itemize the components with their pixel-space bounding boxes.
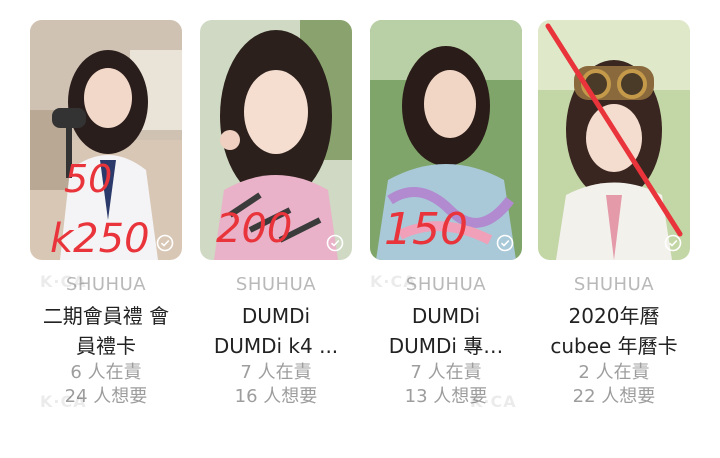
photocard-image[interactable]: 200 xyxy=(200,20,352,260)
card-title: DUMDi DUMDi 專… xyxy=(368,301,524,361)
wants-count: 22 人想要 xyxy=(572,386,656,407)
watermark: K·CA xyxy=(370,272,417,291)
card-title-line1: 二期會員禮 會 xyxy=(42,304,170,328)
card-title: 二期會員禮 會 員禮卡 xyxy=(28,301,184,361)
photocard-image[interactable]: 150 xyxy=(370,20,522,260)
owners-count: 6 人在責 xyxy=(70,362,142,383)
card-title-line2: 員禮卡 xyxy=(76,334,136,358)
photocard-item[interactable]: 150 SHUHUA DUMDi DUMDi 專… 7 人在責 13 人想要 xyxy=(368,20,524,409)
wants-count: 16 人想要 xyxy=(234,386,318,407)
watermark: K·CA xyxy=(40,272,87,291)
card-title-line1: 2020年曆 xyxy=(568,304,660,328)
member-name: SHUHUA xyxy=(573,274,655,295)
member-name: SHUHUA xyxy=(235,274,317,295)
card-title-line2: DUMDi k4 ... xyxy=(213,334,339,358)
card-title-line2: DUMDi 專… xyxy=(388,334,504,358)
check-circle-icon[interactable] xyxy=(496,234,514,252)
check-circle-icon[interactable] xyxy=(156,234,174,252)
card-title: DUMDi DUMDi k4 ... xyxy=(198,301,354,361)
svg-text:k250: k250 xyxy=(50,216,150,260)
photo-scene: 150 xyxy=(370,20,522,260)
svg-text:150: 150 xyxy=(384,204,468,255)
photo-scene xyxy=(538,20,690,260)
watermark: K·CA xyxy=(40,392,87,411)
check-circle-icon[interactable] xyxy=(326,234,344,252)
photocard-item[interactable]: 50 k250 SHUHUA 二期會員禮 會 員禮卡 6 人在責 24 人想要 xyxy=(28,20,184,409)
photo-scene: 200 xyxy=(200,20,352,260)
card-title: 2020年曆 cubee 年曆卡 xyxy=(536,301,692,361)
photocard-item[interactable]: SHUHUA 2020年曆 cubee 年曆卡 2 人在責 22 人想要 xyxy=(536,20,692,409)
card-title-line2: cubee 年曆卡 xyxy=(550,334,678,358)
svg-text:50: 50 xyxy=(64,157,112,201)
owners-count: 2 人在責 xyxy=(578,362,650,383)
owners-count: 7 人在責 xyxy=(410,362,482,383)
photocard-grid: 50 k250 SHUHUA 二期會員禮 會 員禮卡 6 人在責 24 人想要 xyxy=(0,0,720,458)
svg-text:200: 200 xyxy=(216,206,292,252)
check-circle-icon[interactable] xyxy=(664,234,682,252)
photocard-image[interactable] xyxy=(538,20,690,260)
photocard-image[interactable]: 50 k250 xyxy=(30,20,182,260)
watermark: K·CA xyxy=(470,392,517,411)
photo-scene: 50 k250 xyxy=(30,20,182,260)
owners-count: 7 人在責 xyxy=(240,362,312,383)
card-title-line1: DUMDi xyxy=(411,304,481,328)
photocard-item[interactable]: 200 SHUHUA DUMDi DUMDi k4 ... 7 人在責 16 人… xyxy=(198,20,354,409)
card-title-line1: DUMDi xyxy=(241,304,311,328)
